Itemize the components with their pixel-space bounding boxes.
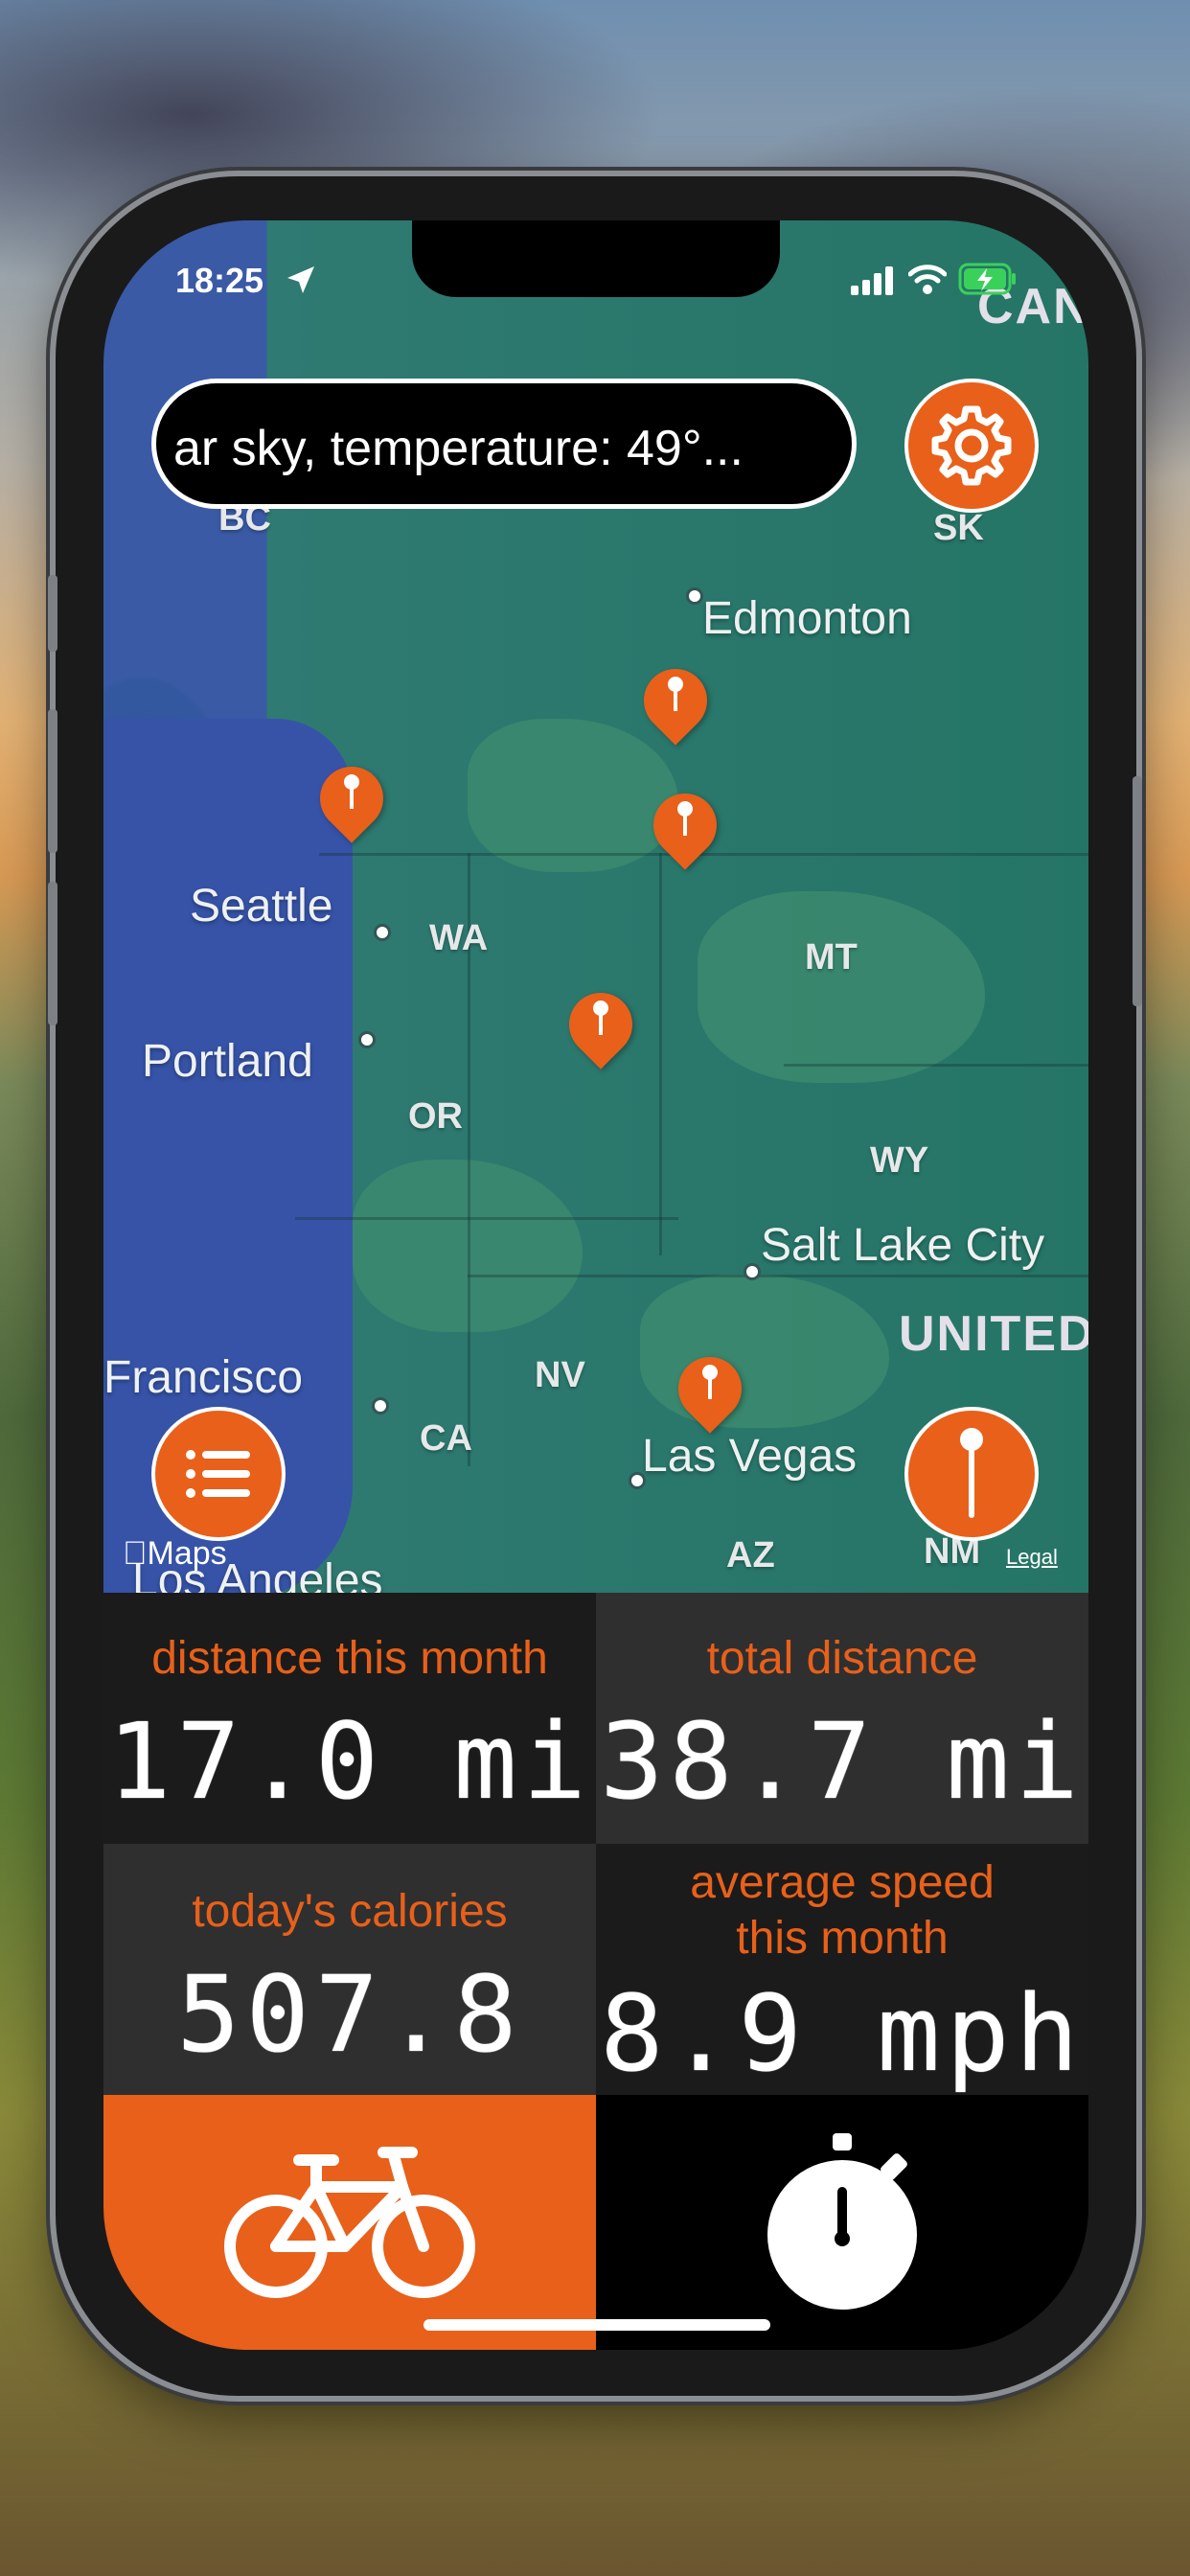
ride-pin[interactable]	[307, 753, 397, 845]
stat-value: 507.8	[176, 1953, 523, 2076]
stat-average-speed: average speed this month 8.9 mph	[596, 1844, 1088, 2095]
tab-rides[interactable]	[103, 2095, 596, 2350]
city-label-salt-lake-city: Salt Lake City	[761, 1220, 1045, 1271]
stat-value: 8.9 mph	[600, 1972, 1085, 2095]
apple-maps-attribution[interactable]: Maps	[123, 1535, 227, 1573]
bicycle-icon	[224, 2147, 475, 2298]
power-button	[1133, 776, 1142, 1006]
tab-stopwatch[interactable]	[596, 2095, 1088, 2350]
stat-total-distance: total distance 38.7 mi	[596, 1593, 1088, 1844]
drop-pin-button[interactable]	[904, 1407, 1039, 1541]
legal-link[interactable]: Legal	[1006, 1545, 1058, 1570]
border-line	[659, 853, 662, 1255]
state-label-sk: SK	[933, 508, 984, 548]
state-label-az: AZ	[726, 1535, 775, 1576]
stat-calories: today's calories 507.8	[103, 1844, 596, 2095]
weather-banner[interactable]: ar sky, temperature: 49°...	[151, 379, 857, 509]
state-label-ca: CA	[420, 1418, 472, 1459]
state-label-wy: WY	[870, 1140, 929, 1181]
battery-icon	[958, 263, 1016, 295]
volume-up-button	[48, 709, 57, 853]
land-patch	[640, 1275, 889, 1428]
ride-pin[interactable]	[556, 979, 646, 1071]
status-time: 18:25	[175, 261, 264, 300]
weather-banner-text: ar sky, temperature: 49°...	[173, 421, 744, 476]
city-label-francisco: Francisco	[103, 1352, 304, 1403]
stat-month-distance: distance this month 17.0 mi	[103, 1593, 596, 1844]
city-dot	[744, 1263, 761, 1280]
city-dot	[374, 924, 391, 941]
stat-label: average speed	[690, 1857, 995, 1908]
stat-value: 38.7 mi	[600, 1700, 1085, 1823]
city-dot	[358, 1031, 376, 1048]
city-dot	[372, 1397, 389, 1414]
stats-grid: distance this month 17.0 mi total distan…	[103, 1593, 1088, 2095]
state-label-mt: MT	[805, 937, 858, 978]
city-label-las-vegas: Las Vegas	[642, 1431, 858, 1482]
settings-button[interactable]	[904, 379, 1039, 513]
status-bar: 18:25	[103, 220, 1088, 326]
city-label-portland: Portland	[142, 1036, 313, 1087]
state-label-or: OR	[408, 1096, 463, 1137]
border-line	[468, 1275, 1088, 1277]
stat-label: total distance	[706, 1633, 978, 1684]
ride-pin[interactable]	[665, 1344, 755, 1436]
border-line	[784, 1064, 1088, 1067]
stat-label: distance this month	[151, 1633, 548, 1684]
stat-label: today's calories	[192, 1886, 508, 1937]
camera-notch	[412, 220, 780, 297]
gear-icon	[931, 405, 1012, 486]
country-label-united: UNITED	[899, 1306, 1088, 1362]
ride-pin[interactable]	[630, 656, 721, 748]
state-label-wa: WA	[429, 918, 489, 958]
land-patch	[698, 891, 985, 1083]
ride-pin[interactable]	[640, 780, 730, 872]
stat-value: 17.0 mi	[107, 1700, 592, 1823]
city-dot	[629, 1472, 646, 1489]
signal-icon	[851, 266, 893, 295]
home-indicator[interactable]	[423, 2319, 770, 2331]
app-screen: CAN BC SK Edmonton Seattle WA MT Portlan…	[103, 220, 1088, 2350]
state-label-nv: NV	[535, 1355, 585, 1395]
ride-list-button[interactable]	[151, 1407, 286, 1541]
border-line	[295, 1217, 678, 1220]
pin-icon	[960, 1428, 983, 1518]
city-dot	[686, 587, 703, 605]
city-label-edmonton: Edmonton	[702, 593, 912, 644]
stopwatch-icon	[767, 2133, 917, 2310]
location-arrow-icon	[287, 266, 314, 293]
city-label-seattle: Seattle	[190, 881, 333, 932]
stat-label: this month	[736, 1913, 949, 1964]
mute-switch	[48, 575, 57, 652]
volume-down-button	[48, 882, 57, 1025]
wifi-icon	[908, 264, 947, 294]
list-icon	[186, 1450, 250, 1498]
